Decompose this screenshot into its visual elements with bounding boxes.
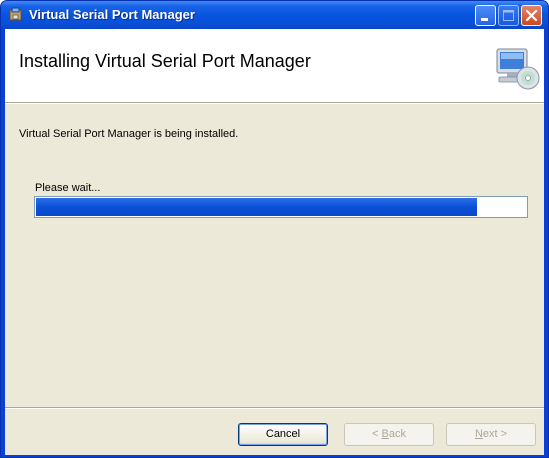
minimize-button[interactable]	[475, 5, 496, 26]
back-button-prefix: <	[372, 428, 382, 440]
progress-bar-fill	[36, 198, 477, 216]
computer-cd-icon	[496, 48, 540, 90]
close-button[interactable]	[521, 5, 542, 26]
next-button-label: ext >	[482, 428, 508, 440]
title-bar[interactable]: Virtual Serial Port Manager	[1, 1, 548, 29]
maximize-icon	[503, 10, 514, 21]
header-banner: Installing Virtual Serial Port Manager	[5, 29, 544, 103]
cancel-button[interactable]: Cancel	[238, 423, 328, 446]
footer-divider-highlight	[5, 408, 544, 409]
back-button[interactable]: < Back	[344, 423, 434, 446]
window-title: Virtual Serial Port Manager	[29, 7, 195, 22]
next-button-mnemonic: N	[474, 428, 483, 440]
install-status-text: Virtual Serial Port Manager is being ins…	[19, 128, 239, 140]
installer-window: Virtual Serial Port Manager Installing V…	[0, 0, 549, 458]
close-icon	[525, 9, 538, 22]
back-button-label: ack	[388, 428, 406, 440]
please-wait-label: Please wait...	[35, 182, 101, 194]
install-progress-bar	[34, 196, 528, 218]
installer-icon	[9, 7, 22, 21]
dialog-client-area: Installing Virtual Serial Port Manager V…	[5, 29, 544, 455]
next-button[interactable]: Next >	[446, 423, 536, 446]
banner-divider	[5, 103, 544, 104]
back-button-mnemonic: B	[381, 428, 389, 440]
minimize-icon	[481, 18, 488, 21]
maximize-button[interactable]	[498, 5, 519, 26]
page-title: Installing Virtual Serial Port Manager	[19, 51, 311, 71]
